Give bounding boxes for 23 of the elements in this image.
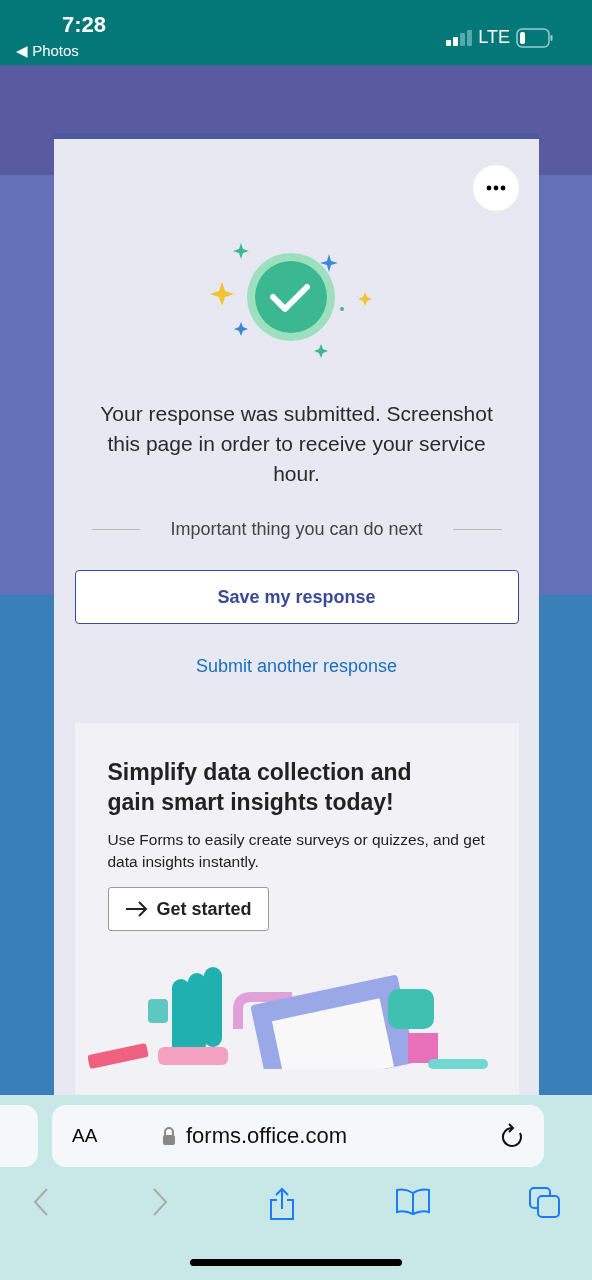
text-size-button[interactable]: AA xyxy=(72,1125,152,1147)
promo-title: Simplify data collection and gain smart insights today! xyxy=(107,758,413,817)
more-icon xyxy=(486,185,506,191)
back-to-photos-link[interactable]: ◀ Photos xyxy=(16,42,107,60)
status-time: 7:28 xyxy=(62,12,107,38)
share-button[interactable] xyxy=(268,1187,296,1221)
get-started-button[interactable]: Get started xyxy=(107,887,269,931)
url-text: forms.office.com xyxy=(186,1123,347,1149)
submit-another-link[interactable]: Submit another response xyxy=(195,656,398,677)
arrow-right-icon xyxy=(124,901,149,917)
next-steps-heading: Important thing you can do next xyxy=(170,519,423,540)
lock-icon xyxy=(162,1127,176,1145)
more-options-button[interactable] xyxy=(473,165,519,211)
submission-message: Your response was submitted. Screenshot this page in order to receive your service hour. xyxy=(99,401,494,487)
address-bar[interactable]: AA forms.office.com xyxy=(52,1105,544,1167)
reload-icon[interactable] xyxy=(500,1123,524,1149)
network-label: LTE xyxy=(478,27,510,48)
promo-text: Use Forms to easily create surveys or quizzes, and get data insights instantly. xyxy=(107,830,486,872)
battery-icon xyxy=(516,27,554,48)
previous-tab-preview xyxy=(0,1105,38,1167)
signal-icon xyxy=(446,29,473,46)
tabs-button[interactable] xyxy=(529,1187,561,1221)
save-response-button[interactable]: Save my response xyxy=(74,570,519,624)
